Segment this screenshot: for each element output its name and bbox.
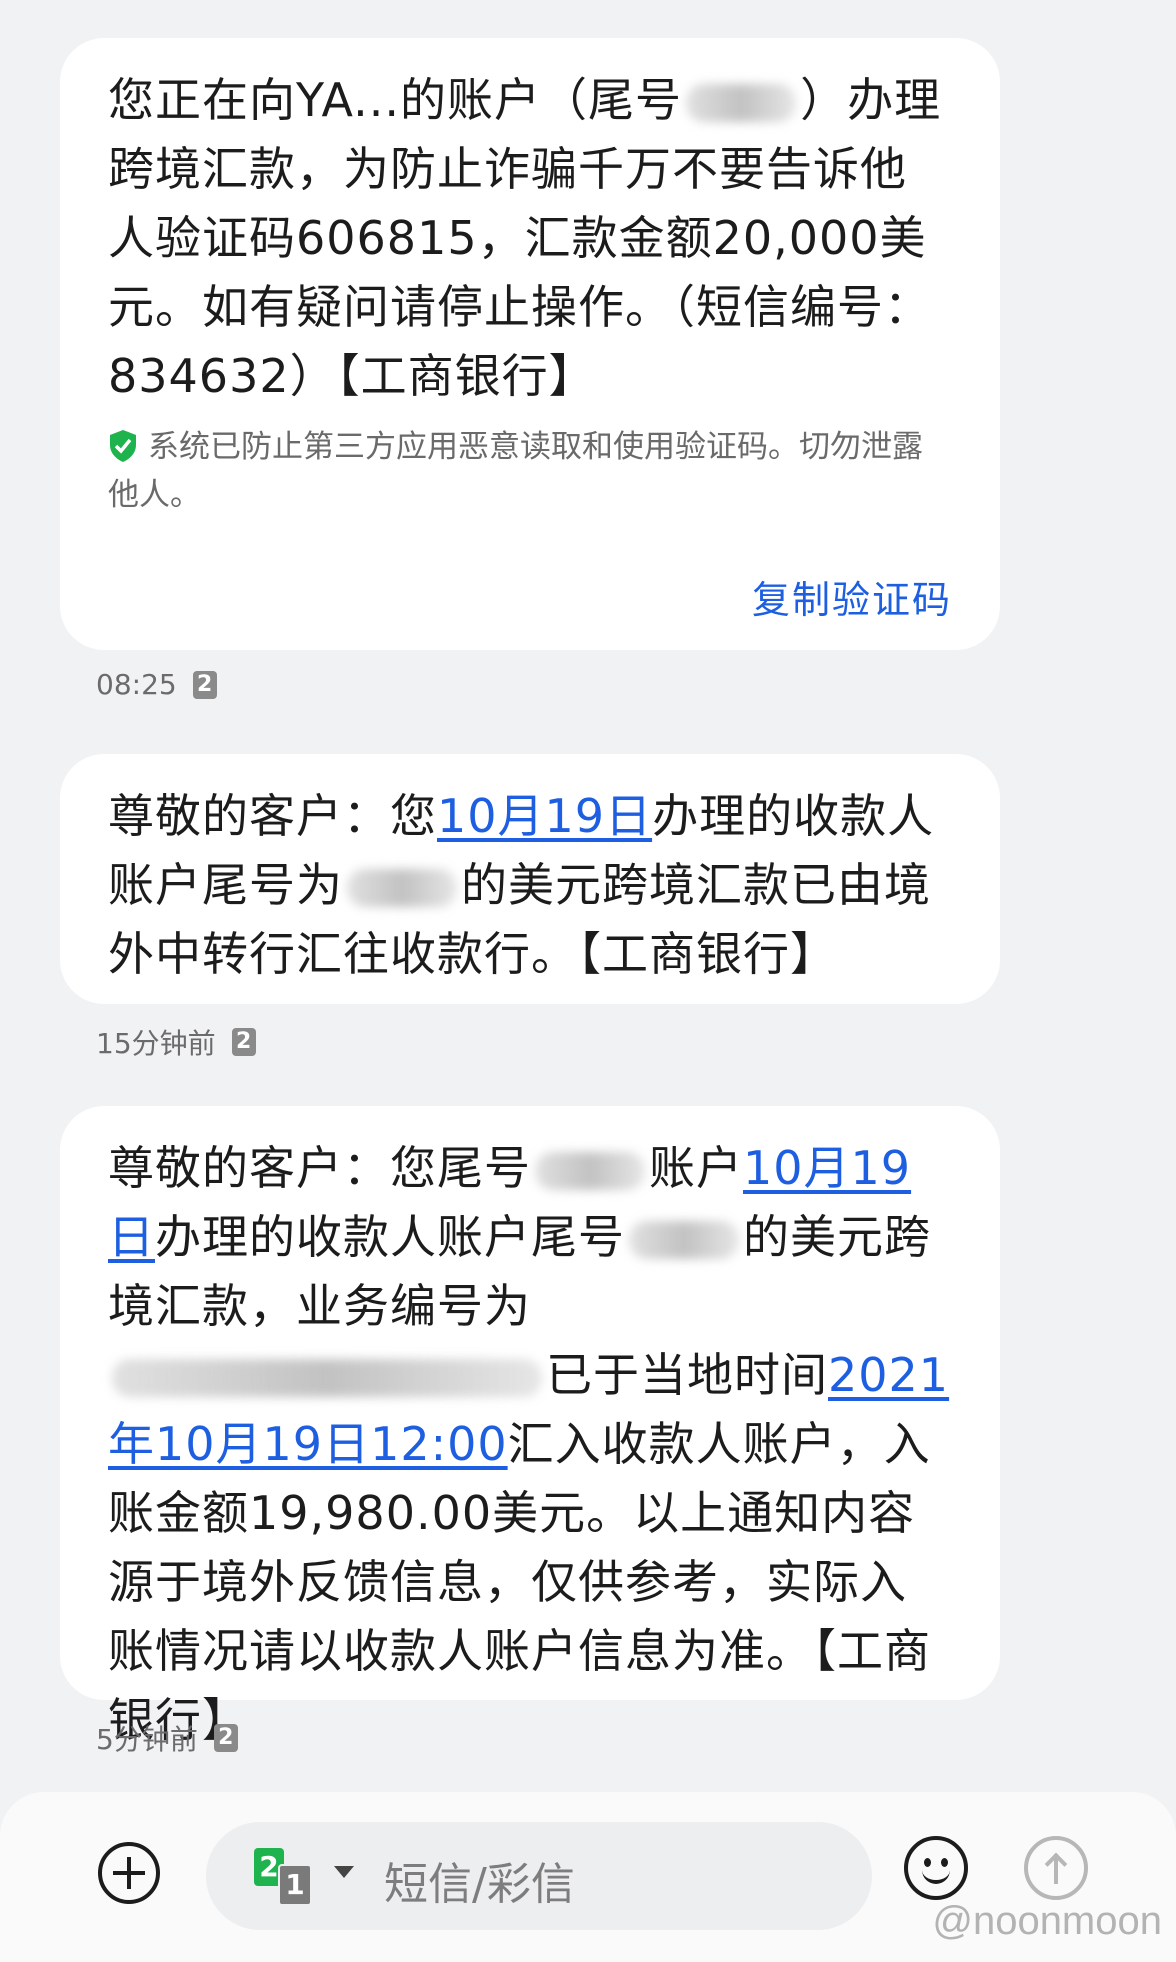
message-text-segment: 已于当地时间 [546, 1348, 828, 1402]
copy-code-button[interactable]: 复制验证码 [108, 569, 952, 624]
add-attachment-button[interactable] [98, 1842, 160, 1904]
masked-account-number [347, 869, 457, 907]
watermark: @noonmoon [932, 1899, 1162, 1943]
message-input[interactable]: 2 1 短信/彩信 [206, 1822, 872, 1930]
timestamp: 08:25 [96, 668, 177, 701]
masked-account-number [629, 1221, 739, 1259]
message-text: 尊敬的客户：您尾号 账户10月19日办理的收款人账户尾号 的美元跨境汇款，业务编号为… [108, 1134, 952, 1755]
send-button[interactable] [1024, 1836, 1088, 1900]
sim-card-icon: 2 [213, 1724, 238, 1752]
message-text-segment: 尊敬的客户：您 [108, 789, 437, 843]
masked-account-number [535, 1152, 645, 1190]
date-link[interactable]: 10月19日 [437, 789, 652, 843]
sim-card-icon: 2 [231, 1028, 256, 1056]
message-text-segment: 尊敬的客户：您尾号 [108, 1141, 531, 1195]
chevron-down-icon[interactable] [334, 1866, 354, 1878]
timestamp: 5分钟前 [96, 1723, 198, 1756]
message-meta-3: 5分钟前 2 [96, 1718, 238, 1758]
message-bubble-2[interactable]: 尊敬的客户：您10月19日办理的收款人账户尾号为 的美元跨境汇款已由境外中转行汇往… [60, 754, 1000, 1004]
message-bubble-1[interactable]: 您正在向YA...的账户（尾号 ）办理跨境汇款，为防止诈骗千万不要告诉他人验证码6… [60, 38, 1000, 650]
sim-1-icon: 1 [278, 1864, 312, 1906]
message-bubble-3[interactable]: 尊敬的客户：您尾号 账户10月19日办理的收款人账户尾号 的美元跨境汇款，业务编号为… [60, 1106, 1000, 1747]
message-meta-1: 08:25 2 [96, 668, 217, 701]
masked-business-number [112, 1359, 542, 1397]
security-notice-text: 系统已防止第三方应用恶意读取和使用验证码。切勿泄露他人。 [108, 429, 923, 513]
sim-card-icon: 2 [192, 670, 217, 699]
masked-account-number [686, 84, 797, 122]
message-text-segment: 您正在向YA...的账户（尾号 [108, 73, 683, 127]
security-notice: 系统已防止第三方应用恶意读取和使用验证码。切勿泄露他人。 [108, 423, 952, 519]
message-input-placeholder: 短信/彩信 [384, 1859, 575, 1910]
emoji-mouth [922, 1866, 950, 1884]
emoji-button[interactable] [904, 1836, 968, 1900]
shield-check-icon [110, 430, 136, 462]
message-text-segment: 账户 [649, 1141, 743, 1195]
message-meta-2: 15分钟前 2 [96, 1022, 256, 1062]
message-text: 尊敬的客户：您10月19日办理的收款人账户尾号为 的美元跨境汇款已由境外中转行汇往… [108, 782, 952, 989]
message-text-segment: 办理的收款人账户尾号 [155, 1210, 625, 1264]
message-text: 您正在向YA...的账户（尾号 ）办理跨境汇款，为防止诈骗千万不要告诉他人验证码6… [108, 66, 952, 411]
sim-selector[interactable]: 2 1 [254, 1848, 324, 1906]
timestamp: 15分钟前 [96, 1027, 216, 1060]
